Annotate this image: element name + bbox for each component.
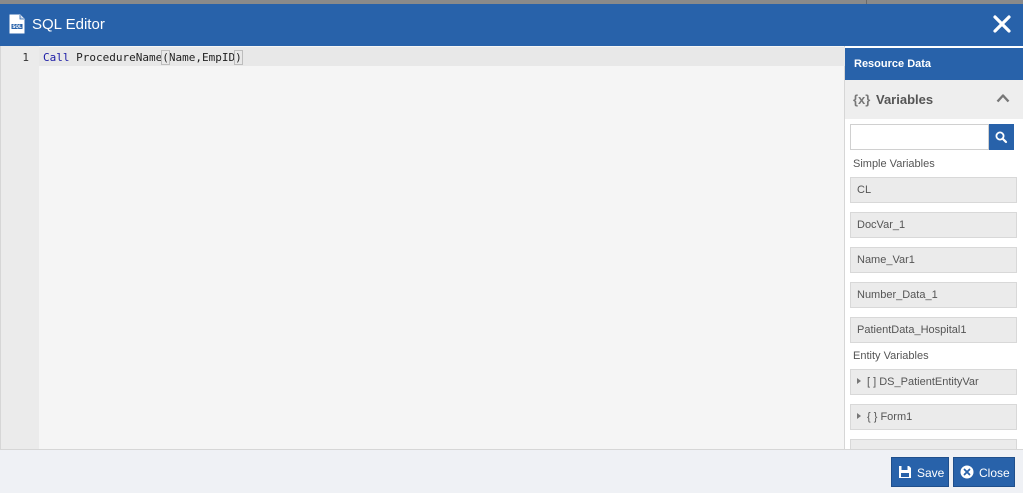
- line-number: 1: [22, 51, 29, 64]
- entity-variables-label: Entity Variables: [853, 350, 929, 362]
- entity-variable-item-partial[interactable]: [850, 439, 1017, 449]
- procedure-name: ProcedureName: [69, 51, 163, 64]
- simple-variable-item[interactable]: DocVar_1: [850, 212, 1017, 238]
- close-button[interactable]: Close: [953, 457, 1015, 487]
- resource-data-panel: Resource Data {x} Variables Simple Varia…: [845, 46, 1023, 449]
- entity-variable-label: { } Form1: [867, 411, 913, 423]
- variables-section-header[interactable]: {x} Variables: [845, 80, 1023, 119]
- dialog-titlebar: SQL SQL Editor: [0, 4, 1023, 46]
- sql-code-editor[interactable]: 1 Call ProcedureName(Name,EmpID): [0, 46, 845, 449]
- resource-data-header: Resource Data: [845, 48, 1023, 80]
- simple-variables-label: Simple Variables: [853, 158, 935, 170]
- search-icon: [995, 131, 1008, 144]
- search-button[interactable]: [989, 124, 1014, 150]
- close-paren: ): [234, 50, 243, 65]
- save-icon: [899, 466, 911, 478]
- dialog-title: SQL Editor: [32, 16, 105, 33]
- close-circle-icon: [960, 465, 974, 479]
- save-button[interactable]: Save: [891, 457, 949, 487]
- line-number-gutter: 1: [1, 46, 39, 449]
- procedure-args: Name,EmpID: [168, 51, 236, 64]
- entity-variable-label: [ ] DS_PatientEntityVar: [867, 376, 979, 388]
- entity-variable-item[interactable]: { } Form1: [850, 404, 1017, 430]
- simple-variable-item[interactable]: Number_Data_1: [850, 282, 1017, 308]
- simple-variable-item[interactable]: Name_Var1: [850, 247, 1017, 273]
- save-button-label: Save: [917, 466, 945, 480]
- dialog-footer: Save Close: [0, 449, 1023, 493]
- code-line[interactable]: Call ProcedureName(Name,EmpID): [43, 50, 243, 65]
- sql-file-icon: SQL: [9, 14, 25, 34]
- close-icon[interactable]: [991, 13, 1013, 35]
- close-button-label: Close: [979, 466, 1010, 480]
- simple-variable-item[interactable]: CL: [850, 177, 1017, 203]
- svg-text:SQL: SQL: [12, 24, 22, 29]
- variable-icon: {x}: [853, 92, 871, 107]
- chevron-up-icon[interactable]: [996, 93, 1010, 103]
- variables-title: Variables: [876, 92, 934, 107]
- expand-caret-icon[interactable]: [857, 378, 861, 384]
- expand-caret-icon[interactable]: [857, 413, 861, 419]
- open-paren: (: [161, 50, 170, 65]
- entity-variable-item[interactable]: [ ] DS_PatientEntityVar: [850, 369, 1017, 395]
- simple-variable-item[interactable]: PatientData_Hospital1: [850, 317, 1017, 343]
- sql-keyword: Call: [43, 51, 70, 64]
- resource-data-title: Resource Data: [854, 58, 932, 70]
- variable-search-input[interactable]: [850, 124, 989, 150]
